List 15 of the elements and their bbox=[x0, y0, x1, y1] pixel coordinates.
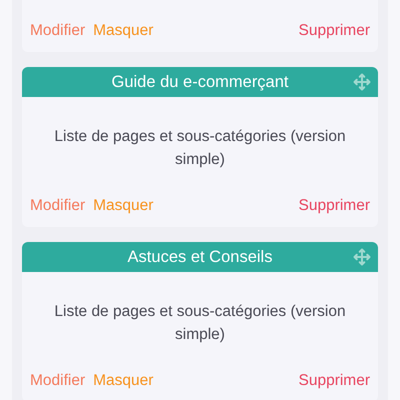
delete-link[interactable]: Supprimer bbox=[298, 369, 370, 392]
move-icon[interactable] bbox=[353, 73, 371, 91]
delete-link[interactable]: Supprimer bbox=[298, 194, 370, 217]
card-description: Liste de pages et sous-catégories (version simple) bbox=[53, 127, 347, 170]
card-title: Astuces et Conseils bbox=[128, 246, 272, 268]
move-icon[interactable] bbox=[353, 248, 371, 266]
delete-link[interactable]: Supprimer bbox=[298, 19, 370, 42]
edit-link[interactable]: Modifier bbox=[30, 194, 86, 217]
card-title: Guide du e-commerçant bbox=[112, 72, 288, 92]
card-description: Liste de pages et sous-catégories (version simple) bbox=[53, 302, 347, 345]
hide-link[interactable]: Masquer bbox=[93, 19, 154, 42]
hide-link[interactable]: Masquer bbox=[93, 194, 154, 217]
edit-link[interactable]: Modifier bbox=[30, 369, 86, 392]
edit-link[interactable]: Modifier bbox=[30, 19, 86, 42]
hide-link[interactable]: Masquer bbox=[93, 369, 154, 392]
